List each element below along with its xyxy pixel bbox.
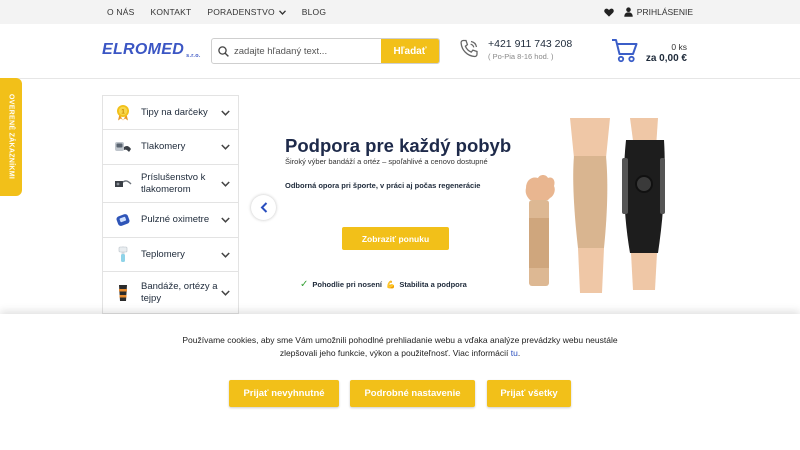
pulse-oximeter-icon [114, 211, 132, 229]
phone-text: +421 911 743 208 ( Po-Pia 8-16 hod. ) [488, 38, 572, 62]
category-item-pulzne-oximetre[interactable]: Pulzné oximetre [103, 203, 238, 238]
muscle-emoji-icon: 💪 [385, 280, 396, 289]
category-label: Príslušenstvo k tlakomerom [141, 171, 206, 195]
category-item-teplomery[interactable]: Teplomery [103, 238, 238, 272]
chevron-down-icon [278, 9, 286, 15]
top-bar: O NÁS KONTAKT PORADENSTVO BLOG PRIHLÁSEN… [0, 0, 800, 24]
nav-link-poradenstvo-label: PORADENSTVO [207, 7, 275, 17]
top-navigation: O NÁS KONTAKT PORADENSTVO BLOG [107, 0, 326, 24]
top-right-links: PRIHLÁSENIE [604, 0, 693, 24]
detailed-settings-button[interactable]: Podrobné nastavenie [350, 380, 475, 407]
search-icon [212, 39, 234, 63]
nav-link-kontakt[interactable]: KONTAKT [150, 7, 191, 17]
chevron-left-icon [260, 202, 267, 213]
category-label: Pulzné oximetre [141, 214, 210, 225]
blood-pressure-monitor-icon [114, 138, 132, 156]
nav-link-o-nas[interactable]: O NÁS [107, 7, 134, 17]
chevron-down-icon[interactable] [221, 144, 230, 150]
svg-text:1: 1 [121, 109, 125, 116]
category-item-tipy-na-darceky[interactable]: 1 Tipy na darčeky [103, 96, 238, 130]
verified-customers-badge[interactable]: OVERENÉ ZÁKAZNÍKMI [0, 78, 22, 196]
site-logo[interactable]: ELROMED s.r.o. [102, 41, 201, 59]
chevron-down-icon[interactable] [221, 217, 230, 223]
logo-text: ELROMED [102, 41, 185, 58]
login-link[interactable]: PRIHLÁSENIE [624, 7, 693, 17]
user-icon [624, 7, 633, 17]
accept-all-button[interactable]: Prijať všetky [487, 380, 571, 407]
chevron-down-icon[interactable] [221, 251, 230, 258]
category-item-tlakomery[interactable]: Tlakomery [103, 130, 238, 165]
cookie-banner: Používame cookies, aby sme Vám umožnili … [0, 314, 800, 450]
search-input[interactable] [234, 39, 381, 63]
search-button[interactable]: Hľadať [381, 39, 439, 63]
hero-subtitle: Široký výber bandáží a ortéz – spoľahliv… [285, 157, 488, 166]
accept-necessary-button[interactable]: Prijať nevyhnutné [229, 380, 339, 407]
cart-total: za 0,00 € [645, 53, 687, 64]
phone-icon [460, 39, 478, 58]
site-header: ELROMEDs.r.o. Hľadať +421 911 743 208 ( … [0, 24, 800, 79]
cookie-text: Používame cookies, aby sme Vám umožnili … [182, 335, 618, 358]
category-label: Teplomery [141, 248, 185, 260]
category-item-bandaze-ortezy-tejpy[interactable]: Bandáže, ortézy a tejpy [103, 272, 238, 314]
show-offer-button[interactable]: Zobraziť ponuku [342, 227, 449, 250]
feature-stability: Stabilita a podpora [399, 280, 467, 289]
feature-comfort: Pohodlie pri nosení [312, 280, 382, 289]
login-label: PRIHLÁSENIE [636, 7, 693, 17]
cart-count: 0 ks [671, 42, 687, 52]
phone-number[interactable]: +421 911 743 208 [488, 38, 572, 51]
carousel-prev-button[interactable] [251, 195, 276, 220]
thermometer-icon [114, 246, 132, 264]
category-item-prislusenstvo-k-tlakomerom[interactable]: Príslušenstvo k tlakomerom [103, 165, 238, 203]
cookie-message: Používame cookies, aby sme Vám umožnili … [180, 334, 620, 359]
heart-icon[interactable] [604, 8, 614, 17]
gift-badge-icon: 1 [114, 104, 132, 122]
shopping-cart-icon [612, 39, 638, 63]
cookie-more-info-link[interactable]: tu [511, 348, 518, 358]
category-label: Bandáže, ortézy a tejpy [141, 280, 218, 304]
category-menu: 1 Tipy na darčeky Tlakomery Príslušenstv… [102, 95, 239, 315]
hero-bandage-image [525, 118, 665, 293]
search-bar: Hľadať [211, 38, 440, 64]
phone-hours: ( Po-Pia 8-16 hod. ) [488, 52, 554, 61]
badge-label: OVERENÉ ZÁKAZNÍKMI [7, 94, 15, 180]
cookie-text-end: . [517, 347, 521, 358]
nav-link-blog[interactable]: BLOG [302, 7, 326, 17]
hero-subtitle-bold: Odborná opora pri športe, v práci aj poč… [285, 181, 481, 190]
hero-title: Podpora pre každý pobyb [285, 135, 512, 156]
hero-features: ✓ Pohodlie pri nosení 💪 Stabilita a podp… [300, 279, 467, 290]
category-label: Tipy na darčeky [141, 106, 208, 118]
checkmark-icon: ✓ [300, 279, 309, 290]
chevron-down-icon[interactable] [221, 109, 230, 116]
chevron-down-icon[interactable] [221, 180, 230, 187]
chevron-down-icon[interactable] [221, 289, 230, 296]
logo-suffix: s.r.o. [186, 53, 201, 59]
category-label: Tlakomery [141, 141, 186, 152]
cuff-accessory-icon [114, 175, 132, 193]
nav-link-poradenstvo[interactable]: PORADENSTVO [207, 7, 286, 17]
bandage-icon [114, 284, 132, 302]
phone-contact[interactable]: +421 911 743 208 ( Po-Pia 8-16 hod. ) [458, 38, 572, 62]
